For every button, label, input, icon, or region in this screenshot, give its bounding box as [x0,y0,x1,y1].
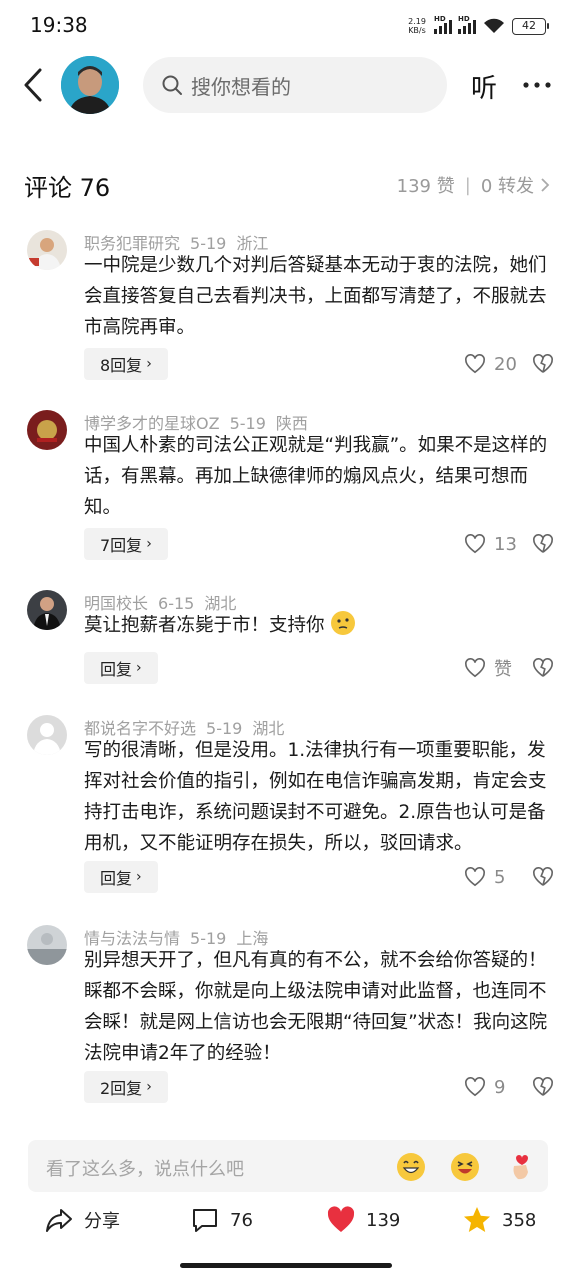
like-count: 9 [494,1076,506,1098]
status-bar: 19:38 2.19 KB/s HD HD 42 [0,0,576,52]
commenter-avatar[interactable] [27,590,67,630]
broken-heart-icon[interactable] [532,1077,554,1097]
comment-text: 中国人朴素的司法公正观就是“判我赢”。如果不是这样的话，有黑幕。再加上缺德律师的… [84,435,548,518]
favorite-button[interactable]: 358 [462,1202,536,1238]
search-box[interactable]: 搜你想看的 [143,57,447,113]
commenter-avatar[interactable] [27,715,67,755]
heart-icon[interactable] [464,867,486,887]
share-icon [46,1209,72,1232]
comment-icon [193,1209,217,1232]
signal-icon: HD [458,15,476,34]
comments-title: 评论 76 [24,174,111,202]
action-bar: 分享 76 139 358 [0,1198,576,1248]
comment-likes: 5 [464,861,554,893]
comment-likes: 13 [464,528,554,560]
like-button[interactable]: 139 [326,1202,400,1238]
heart-icon[interactable] [464,1077,486,1097]
author-avatar[interactable] [61,56,119,114]
reply-button[interactable]: 7回复 › [84,528,168,560]
chevron-right-icon: › [136,660,142,676]
back-icon[interactable] [18,66,52,104]
broken-heart-icon[interactable] [532,867,554,887]
network-speed: 2.19 KB/s [408,17,426,35]
like-count: 5 [494,866,506,888]
listen-button[interactable]: 听 [471,68,497,105]
reply-button[interactable]: 2回复 › [84,1071,168,1103]
heart-icon[interactable] [464,534,486,554]
post-stats[interactable]: 139 赞 | 0 转发 [397,172,550,198]
reply-button[interactable]: 回复 › [84,652,158,684]
comment-text: 别异想天开了，但凡有真的有不公，就不会给你答疑的！睬都不会睬，你就是向上级法院申… [84,950,548,1064]
commenter-avatar[interactable] [27,230,67,270]
finger-heart-emoji-icon[interactable] [504,1152,534,1182]
signal-icon: HD [434,15,452,34]
search-icon [162,75,182,95]
reply-button[interactable]: 8回复 › [84,348,168,380]
status-icons: 2.19 KB/s HD HD 42 [406,14,549,38]
battery-icon: 42 [512,17,549,35]
commenter-avatar[interactable] [27,925,67,965]
heart-icon[interactable] [464,658,486,678]
wifi-icon [484,18,504,33]
chevron-right-icon [541,178,550,192]
share-button[interactable]: 分享 [44,1202,120,1238]
comment-input[interactable]: 看了这么多，说点什么吧 [28,1140,548,1192]
comment-likes: 9 [464,1071,554,1103]
like-count: 赞 [494,659,512,680]
comment-button[interactable]: 76 [190,1202,253,1238]
broken-heart-icon[interactable] [532,658,554,678]
chevron-right-icon: › [146,1079,152,1095]
reposts-count: 0 转发 [480,176,534,197]
comment-text: 一中院是少数几个对判后答疑基本无动于衷的法院，她们会直接答复自己去看判决书，上面… [84,255,547,338]
broken-heart-icon[interactable] [532,354,554,374]
reply-button[interactable]: 回复 › [84,861,158,893]
comment-text: 写的很清晰，但是没用。1.法律执行有一项重要职能，发挥对社会价值的指引，例如在电… [84,740,547,854]
thinking-emoji-icon [331,611,356,635]
more-icon[interactable] [521,68,553,102]
status-time: 19:38 [30,13,88,37]
comment-likes: 赞 [464,652,554,684]
stats-separator: | [464,174,471,196]
star-icon [464,1207,490,1232]
heart-icon[interactable] [464,354,486,374]
broken-heart-icon[interactable] [532,534,554,554]
commenter-avatar[interactable] [27,410,67,450]
chevron-right-icon: › [146,356,152,372]
laugh-emoji-icon[interactable] [450,1152,480,1182]
grin-emoji-icon[interactable] [396,1152,426,1182]
likes-count: 139 赞 [396,176,455,197]
home-indicator[interactable] [180,1263,392,1268]
comment-text: 莫让抱薪者冻毙于市！支持你 [84,610,554,641]
top-bar: 搜你想看的 听 [0,54,576,116]
like-count: 13 [494,533,517,555]
like-count: 20 [494,353,517,375]
chevron-right-icon: › [146,536,152,552]
chevron-right-icon: › [136,869,142,885]
heart-filled-icon [327,1206,355,1232]
comment-input-placeholder: 看了这么多，说点什么吧 [46,1159,244,1180]
comment-likes: 20 [464,348,554,380]
search-placeholder: 搜你想看的 [191,74,291,99]
